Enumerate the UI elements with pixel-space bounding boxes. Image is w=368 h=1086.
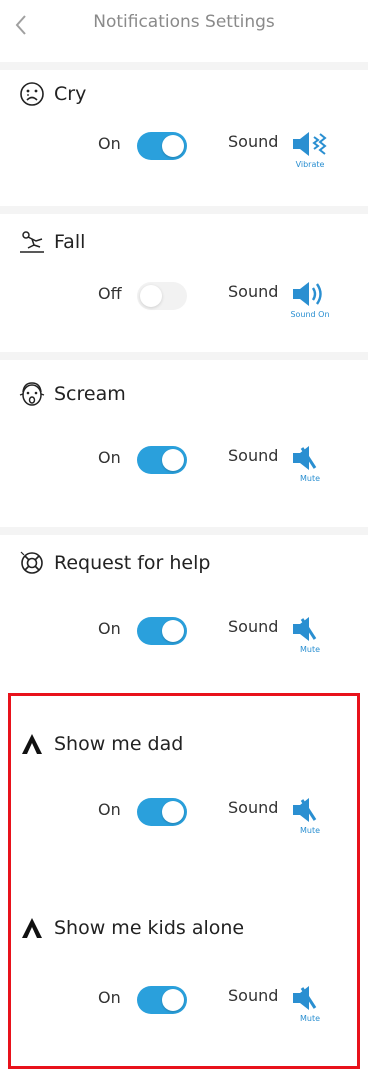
setting-row: On Sound Mute <box>0 613 368 654</box>
section-divider <box>0 62 368 70</box>
sound-label: Sound <box>228 617 279 636</box>
sound-mode-label: Mute <box>299 826 321 835</box>
toggle-state-label: On <box>98 448 121 467</box>
setting-row: On Sound Mute <box>0 442 368 483</box>
setting-row: On Sound Mute <box>0 982 368 1023</box>
sound-mode-button[interactable] <box>289 613 331 645</box>
lifebuoy-icon <box>18 549 46 577</box>
enable-toggle[interactable] <box>137 446 187 474</box>
section-title: Show me kids alone <box>18 914 244 942</box>
toggle-knob <box>162 135 184 157</box>
speaker-on-icon <box>293 282 322 306</box>
section-scream: Scream On Sound Mute <box>0 360 368 520</box>
speaker-vibrate-icon <box>293 132 327 156</box>
fall-icon <box>18 228 46 256</box>
sound-label: Sound <box>228 132 279 151</box>
section-label: Show me kids alone <box>54 917 245 939</box>
speaker-mute-icon <box>293 446 317 470</box>
enable-toggle[interactable] <box>137 132 187 160</box>
section-title: Scream <box>18 380 126 408</box>
sound-mode-label: Mute <box>299 1014 321 1023</box>
toggle-state-label: On <box>98 800 121 819</box>
section-request-for-help: Request for help On Sound Mute <box>0 535 368 685</box>
toggle-state-label: On <box>98 134 121 153</box>
page-title: Notifications Settings <box>93 12 275 32</box>
section-label: Scream <box>54 383 126 405</box>
speaker-mute-icon <box>293 798 317 822</box>
sound-mode-button[interactable] <box>289 982 331 1014</box>
sound-mode-label: Vibrate <box>295 160 325 169</box>
sound-mode-button[interactable] <box>289 794 331 826</box>
sound-label: Sound <box>228 282 279 301</box>
scream-face-icon <box>18 380 46 408</box>
section-fall: Fall Off Sound Sound On <box>0 214 368 344</box>
sad-face-icon <box>18 80 46 108</box>
notifications-settings-screen: Notifications Settings Cry On Sound Vibr… <box>0 0 368 1086</box>
section-label: Show me dad <box>54 733 184 755</box>
section-show-me-kids-alone: Show me kids alone On Sound Mute <box>0 886 368 1061</box>
speaker-mute-icon <box>293 617 317 641</box>
setting-row: On Sound Mute <box>0 794 368 835</box>
section-label: Fall <box>54 231 86 253</box>
toggle-knob <box>162 449 184 471</box>
section-title: Cry <box>18 80 86 108</box>
toggle-state-label: On <box>98 988 121 1007</box>
toggle-knob <box>162 620 184 642</box>
section-label: Cry <box>54 83 87 105</box>
toggle-state-label: Off <box>98 284 122 303</box>
sound-mode-button[interactable] <box>289 442 331 474</box>
toggle-knob <box>140 285 162 307</box>
enable-toggle[interactable] <box>137 617 187 645</box>
setting-row: On Sound Vibrate <box>0 128 368 169</box>
header-bar: Notifications Settings <box>0 0 368 52</box>
setting-row: Off Sound Sound On <box>0 278 368 319</box>
toggle-knob <box>162 989 184 1011</box>
section-divider <box>0 352 368 360</box>
enable-toggle[interactable] <box>137 282 187 310</box>
section-title: Request for help <box>18 549 210 577</box>
sound-mode-button[interactable] <box>289 278 331 310</box>
logo-a-icon <box>18 730 46 758</box>
sound-mode-button[interactable] <box>289 128 331 160</box>
section-show-me-dad: Show me dad On Sound Mute <box>0 700 368 880</box>
section-divider <box>0 527 368 535</box>
sound-label: Sound <box>228 986 279 1005</box>
toggle-knob <box>162 801 184 823</box>
sound-mode-label: Mute <box>299 474 321 483</box>
enable-toggle[interactable] <box>137 986 187 1014</box>
section-divider <box>0 206 368 214</box>
section-title: Show me dad <box>18 730 183 758</box>
section-cry: Cry On Sound Vibrate <box>0 70 368 190</box>
sound-label: Sound <box>228 446 279 465</box>
section-label: Request for help <box>54 552 211 574</box>
speaker-mute-icon <box>293 986 317 1010</box>
sound-label: Sound <box>228 798 279 817</box>
enable-toggle[interactable] <box>137 798 187 826</box>
sound-mode-label: Mute <box>299 645 321 654</box>
toggle-state-label: On <box>98 619 121 638</box>
logo-a-icon <box>18 914 46 942</box>
sound-mode-label: Sound On <box>290 310 330 319</box>
section-title: Fall <box>18 228 85 256</box>
